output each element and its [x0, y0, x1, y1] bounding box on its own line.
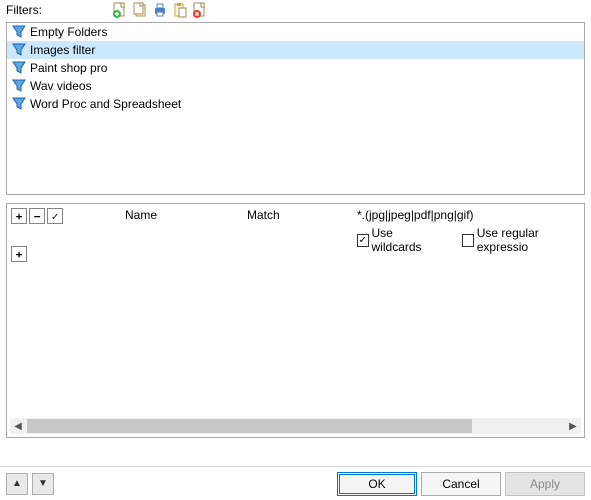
use-wildcards-checkbox[interactable]: ✓ Use wildcards — [357, 226, 436, 254]
paste-filter-icon[interactable] — [172, 2, 188, 18]
move-down-button[interactable]: ▼ — [32, 473, 54, 495]
filter-item-label: Paint shop pro — [30, 61, 107, 75]
rules-panel: + − ✓ Name Match *.(jpg|jpeg|pdf|png|gif… — [6, 203, 585, 438]
use-regex-checkbox[interactable]: Use regular expressio — [462, 226, 578, 254]
checkbox-icon: ✓ — [357, 234, 369, 247]
check-button[interactable]: ✓ — [47, 208, 63, 224]
expand-button[interactable]: + — [11, 208, 27, 224]
filter-item-wav-videos[interactable]: Wav videos — [7, 77, 584, 95]
filter-item-word-proc-spreadsheet[interactable]: Word Proc and Spreadsheet — [7, 95, 584, 113]
filter-item-label: Word Proc and Spreadsheet — [30, 97, 181, 111]
filter-item-label: Empty Folders — [30, 25, 107, 39]
apply-button[interactable]: Apply — [505, 472, 585, 496]
filter-item-label: Images filter — [30, 43, 95, 57]
move-up-button[interactable]: ▲ — [6, 473, 28, 495]
funnel-icon — [11, 61, 26, 76]
horizontal-scrollbar[interactable]: ◀ ▶ — [10, 418, 581, 434]
print-filter-icon[interactable] — [152, 2, 168, 18]
filter-list[interactable]: Empty Folders Images filter Paint shop p… — [6, 22, 585, 195]
new-filter-icon[interactable] — [112, 2, 128, 18]
dialog-footer: ▲ ▼ OK Cancel Apply — [0, 466, 591, 500]
scroll-thumb[interactable] — [27, 419, 472, 433]
collapse-button[interactable]: − — [29, 208, 45, 224]
column-match: Match — [247, 208, 280, 222]
funnel-icon — [11, 43, 26, 58]
funnel-icon — [11, 25, 26, 40]
funnel-icon — [11, 79, 26, 94]
ok-button[interactable]: OK — [337, 472, 417, 496]
funnel-icon — [11, 97, 26, 112]
checkbox-icon — [462, 234, 474, 247]
add-rule-button[interactable]: + — [11, 246, 27, 262]
filter-item-empty-folders[interactable]: Empty Folders — [7, 23, 584, 41]
scroll-left-icon[interactable]: ◀ — [10, 418, 26, 434]
filter-item-images-filter[interactable]: Images filter — [7, 41, 584, 59]
filter-item-label: Wav videos — [30, 79, 92, 93]
column-name: Name — [125, 208, 157, 222]
delete-filter-icon[interactable] — [192, 2, 208, 18]
scroll-right-icon[interactable]: ▶ — [565, 418, 581, 434]
use-wildcards-label: Use wildcards — [372, 226, 437, 254]
filter-item-paint-shop-pro[interactable]: Paint shop pro — [7, 59, 584, 77]
match-pattern: *.(jpg|jpeg|pdf|png|gif) — [357, 206, 578, 224]
use-regex-label: Use regular expressio — [477, 226, 578, 254]
cancel-button[interactable]: Cancel — [421, 472, 501, 496]
filters-label: Filters: — [6, 3, 106, 17]
copy-filter-icon[interactable] — [132, 2, 148, 18]
